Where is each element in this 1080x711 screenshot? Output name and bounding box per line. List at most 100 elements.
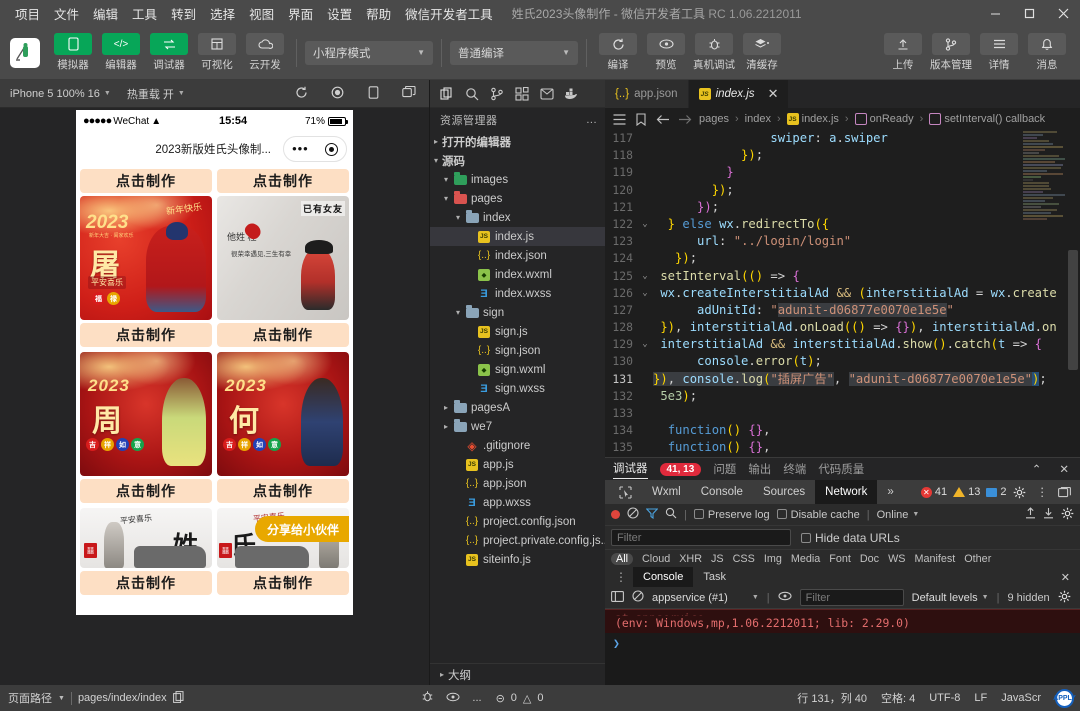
type-filter-css[interactable]: CSS bbox=[733, 553, 755, 565]
menu-item-devtools[interactable]: 微信开发者工具 bbox=[398, 1, 500, 26]
menu-item-edit[interactable]: 编辑 bbox=[86, 1, 125, 26]
console-context-select[interactable]: appservice (#1) ▼ bbox=[652, 592, 759, 604]
clear-icon[interactable] bbox=[627, 507, 639, 522]
make-button-6[interactable]: 点击制作 bbox=[217, 571, 349, 595]
avatar-thumb-5[interactable]: 平安喜乐 姓 囍 bbox=[80, 508, 212, 568]
fold-chevron-icon[interactable]: ⌄ bbox=[639, 268, 651, 285]
toolbar-cloud-button[interactable]: 云开发 bbox=[242, 33, 288, 72]
capsule-buttons[interactable]: ••• bbox=[283, 136, 347, 162]
tree-item-sign-js[interactable]: JS sign.js bbox=[430, 322, 605, 341]
upload-button[interactable]: 上传 bbox=[880, 33, 926, 72]
type-filter-xhr[interactable]: XHR bbox=[679, 553, 702, 565]
dt-tab-problems[interactable]: 问题 bbox=[713, 461, 736, 477]
info-count[interactable]: 2 bbox=[986, 486, 1007, 498]
menu-item-tools[interactable]: 工具 bbox=[125, 1, 164, 26]
avatar-thumb-3[interactable]: 2023 周 吉 祥 如 意 bbox=[80, 352, 212, 476]
avatar-thumb-2[interactable]: 已有女友 他姓 程 很荣幸遇见,三生有幸 bbox=[217, 196, 349, 320]
copy-icon[interactable] bbox=[172, 690, 184, 706]
console-filter-input[interactable]: Filter bbox=[799, 589, 904, 606]
language-mode[interactable]: JavaScr bbox=[1001, 692, 1041, 704]
console-clear-icon[interactable] bbox=[632, 590, 644, 605]
menu-item-select[interactable]: 选择 bbox=[203, 1, 242, 26]
tree-item-app-json[interactable]: {..} app.json bbox=[430, 474, 605, 493]
make-button-2[interactable]: 点击制作 bbox=[217, 323, 349, 347]
make-button-5[interactable]: 点击制作 bbox=[80, 571, 212, 595]
drawer-tab-console[interactable]: Console bbox=[633, 567, 694, 587]
tree-item-pages[interactable]: ▾ pages bbox=[430, 189, 605, 208]
avatar-card-5[interactable]: 平安喜乐 姓 囍 点击制作 bbox=[80, 508, 212, 595]
console-levels-select[interactable]: Default levels ▼ bbox=[912, 592, 989, 604]
outline-section[interactable]: ▸ 大纲 bbox=[430, 663, 605, 685]
avatar-thumb-6[interactable]: 平安喜乐 氏 囍 分享给小伙伴 bbox=[217, 508, 349, 568]
panel-tab-wxml[interactable]: Wxml bbox=[642, 480, 691, 504]
type-filter-font[interactable]: Font bbox=[829, 553, 851, 565]
more-icon[interactable]: ... bbox=[472, 692, 481, 704]
list-icon[interactable] bbox=[611, 113, 627, 125]
type-filter-cloud[interactable]: Cloud bbox=[642, 553, 670, 565]
device-select[interactable]: iPhone 5 100% 16 ▼ bbox=[10, 88, 111, 100]
arrow-right-icon[interactable] bbox=[677, 114, 693, 125]
collapse-icon[interactable]: ⌃ bbox=[1029, 462, 1045, 476]
eye-icon[interactable] bbox=[446, 692, 460, 705]
close-icon[interactable]: ✕ bbox=[768, 86, 779, 102]
console-eye-icon[interactable] bbox=[778, 591, 792, 604]
tree-item-index-json[interactable]: {..} index.json bbox=[430, 246, 605, 265]
close-button[interactable] bbox=[1046, 0, 1080, 26]
network-filter-input[interactable]: Filter bbox=[611, 529, 791, 546]
console-settings-icon[interactable] bbox=[1058, 590, 1071, 606]
tree-item-app-wxss[interactable]: Ǝ app.wxss bbox=[430, 493, 605, 512]
record-icon[interactable] bbox=[327, 86, 347, 102]
avatar-card-2[interactable]: 已有女友 他姓 程 很荣幸遇见,三生有幸 点击制作 bbox=[217, 196, 349, 347]
settings-icon[interactable] bbox=[1007, 480, 1032, 504]
make-button-4[interactable]: 点击制作 bbox=[217, 479, 349, 503]
console-sidebar-icon[interactable] bbox=[611, 590, 624, 605]
breadcrumb-index-js[interactable]: JS index.js bbox=[786, 113, 839, 125]
status-problems[interactable]: ⊝ 0 △ 0 bbox=[496, 692, 544, 705]
dt-tab-output[interactable]: 输出 bbox=[748, 461, 771, 477]
dt-tab-debugger[interactable]: 调试器 bbox=[613, 460, 648, 479]
tree-item-pagesA[interactable]: ▸ pagesA bbox=[430, 398, 605, 417]
avatar-card-1[interactable]: 2023 新年大吉 · 阖家欢乐 屠 平安喜乐 福 禄 新年快乐 点击制作 bbox=[80, 196, 212, 347]
fold-chevron-icon[interactable]: ⌄ bbox=[639, 285, 651, 302]
close-icon[interactable]: ✕ bbox=[1051, 567, 1080, 587]
hot-reload-select[interactable]: 热重载 开 ▼ bbox=[127, 86, 185, 102]
type-filter-manifest[interactable]: Manifest bbox=[914, 553, 955, 565]
debug-icon[interactable] bbox=[536, 83, 558, 105]
tree-item-source[interactable]: ▾ 源码 bbox=[430, 151, 605, 170]
arrow-left-icon[interactable] bbox=[655, 114, 671, 125]
console-prompt[interactable]: ❯ bbox=[605, 633, 1080, 653]
tree-item-index-wxss[interactable]: Ǝ index.wxss bbox=[430, 284, 605, 303]
panel-tab-sources[interactable]: Sources bbox=[753, 480, 815, 504]
panel-tab-console[interactable]: Console bbox=[691, 480, 753, 504]
avatar-card-4[interactable]: 2023 何 吉 祥 如 意 点击制作 bbox=[217, 352, 349, 503]
make-button-top-right[interactable]: 点击制作 bbox=[217, 169, 349, 193]
avatar-card-3[interactable]: 2023 周 吉 祥 如 意 点击制作 bbox=[80, 352, 212, 503]
tree-item-index-wxml[interactable]: ◆ index.wxml bbox=[430, 265, 605, 284]
toolbar-editor-button[interactable]: </> 编辑器 bbox=[98, 33, 144, 72]
menu-item-interface[interactable]: 界面 bbox=[281, 1, 320, 26]
filter-icon[interactable] bbox=[645, 507, 659, 522]
toolbar-debugger-button[interactable]: 调试器 bbox=[146, 33, 192, 72]
code-minimap[interactable] bbox=[1020, 130, 1066, 457]
panel-tab-network[interactable]: Network bbox=[815, 480, 878, 504]
close-icon[interactable]: ✕ bbox=[1056, 462, 1072, 476]
record-icon[interactable] bbox=[611, 510, 620, 519]
tree-item-index-js[interactable]: JS index.js bbox=[430, 227, 605, 246]
drawer-tab-task[interactable]: Task bbox=[693, 567, 736, 587]
import-har-icon[interactable] bbox=[1025, 507, 1036, 522]
search-icon[interactable] bbox=[665, 507, 677, 522]
indent-spaces[interactable]: 空格: 4 bbox=[881, 690, 915, 706]
menu-item-project[interactable]: 项目 bbox=[8, 1, 47, 26]
share-button[interactable]: 分享给小伙伴 bbox=[254, 516, 349, 542]
tree-item-sign-wxss[interactable]: Ǝ sign.wxss bbox=[430, 379, 605, 398]
apply-logo-icon[interactable]: APPLY bbox=[1053, 688, 1076, 708]
breadcrumb-index[interactable]: index bbox=[745, 113, 771, 125]
compile-button[interactable]: 编译 bbox=[595, 33, 641, 72]
chevron-down-icon[interactable]: ▼ bbox=[58, 695, 65, 702]
menu-item-file[interactable]: 文件 bbox=[47, 1, 86, 26]
mode-select[interactable]: 小程序模式 ▼ bbox=[305, 40, 433, 65]
tree-item-app-js[interactable]: JS app.js bbox=[430, 455, 605, 474]
avatar-thumb-1[interactable]: 2023 新年大吉 · 阖家欢乐 屠 平安喜乐 福 禄 新年快乐 bbox=[80, 196, 212, 320]
compile-select[interactable]: 普通编译 ▼ bbox=[450, 40, 578, 65]
avatar-card-6[interactable]: 平安喜乐 氏 囍 分享给小伙伴 点击制作 bbox=[217, 508, 349, 595]
